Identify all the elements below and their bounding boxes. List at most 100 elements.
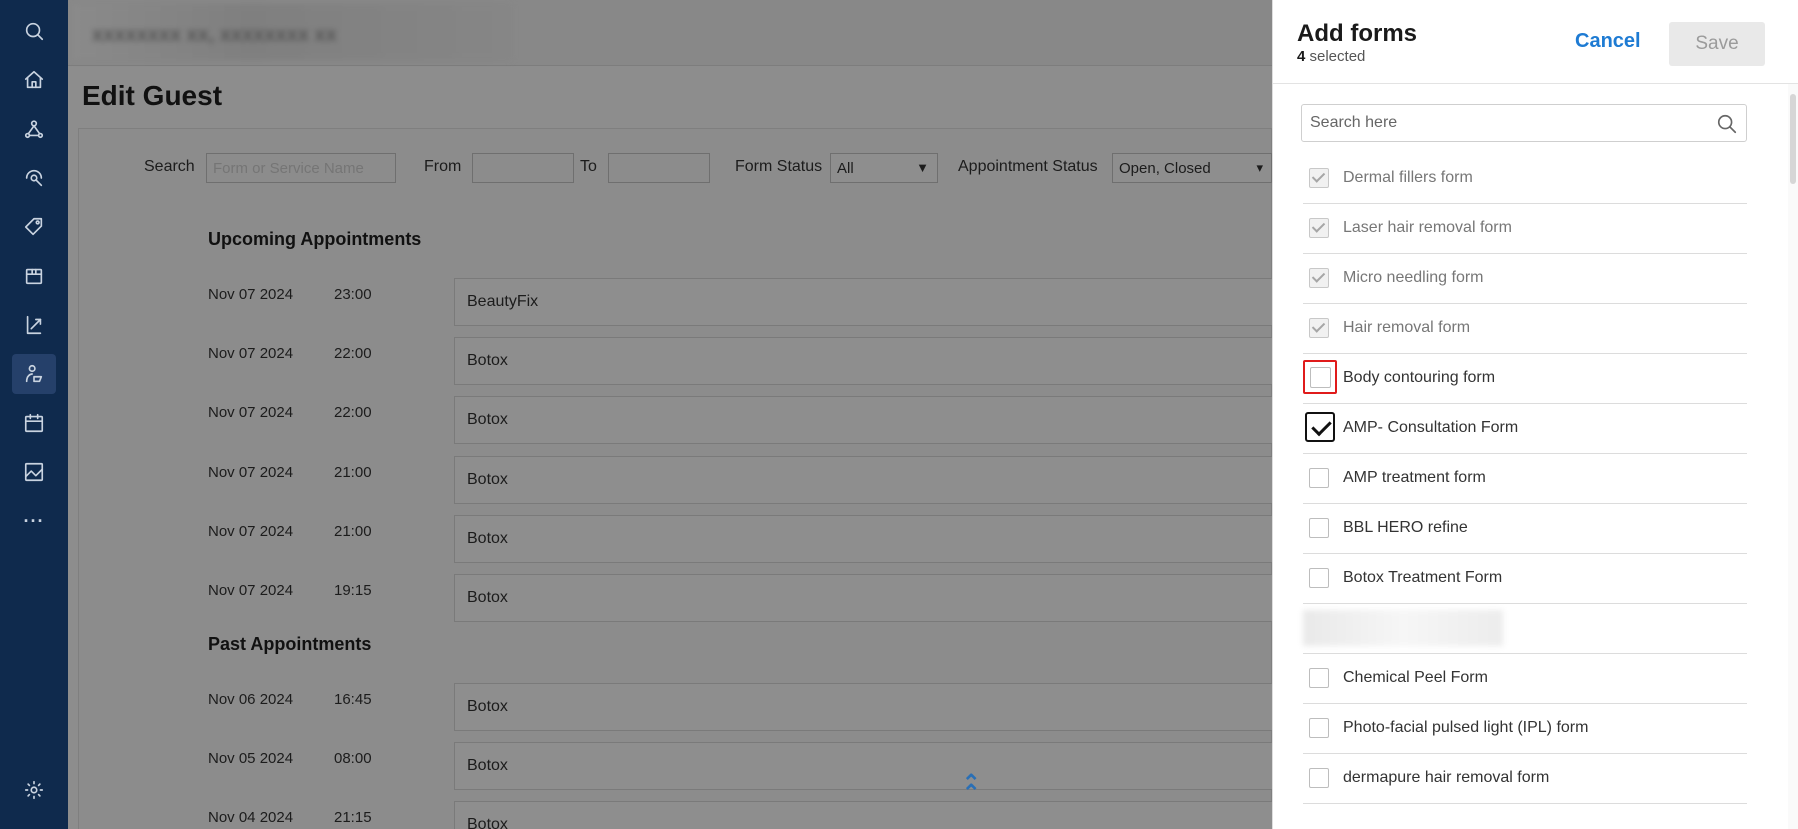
save-button[interactable]: Save bbox=[1669, 22, 1765, 66]
appointment-date: Nov 06 2024 bbox=[208, 691, 294, 708]
appointment-service: Botox bbox=[467, 816, 508, 829]
form-label: Botox Treatment Form bbox=[1343, 569, 1503, 586]
from-label: From bbox=[424, 158, 462, 175]
form-label: AMP treatment form bbox=[1343, 469, 1486, 486]
appointment-status-label: Appointment Status bbox=[958, 158, 1098, 175]
redacted-guest-name: xxxxxxxx xx, xxxxxxxx xx bbox=[72, 4, 512, 60]
form-checkbox[interactable] bbox=[1305, 412, 1335, 442]
form-list-item[interactable]: Photo-facial pulsed light (IPL) form bbox=[1303, 704, 1747, 754]
appointment-time: 16:45 bbox=[334, 691, 372, 708]
appointment-service-box[interactable]: Botox bbox=[454, 801, 1272, 829]
image-icon[interactable] bbox=[18, 456, 50, 488]
appointment-service-box[interactable]: Botox bbox=[454, 455, 1272, 504]
network-icon[interactable] bbox=[18, 113, 50, 145]
appointment-service: Botox bbox=[467, 698, 508, 715]
forms-search-box bbox=[1301, 104, 1747, 142]
appointment-date: Nov 07 2024 bbox=[208, 582, 294, 599]
appointment-service-box[interactable]: Botox bbox=[454, 396, 1272, 445]
cancel-button[interactable]: Cancel bbox=[1575, 30, 1641, 53]
search-icon[interactable] bbox=[1716, 113, 1738, 135]
forms-search-input[interactable] bbox=[1302, 105, 1702, 141]
form-label: AMP- Consultation Form bbox=[1343, 419, 1519, 436]
appointment-time: 21:00 bbox=[334, 522, 372, 540]
panel-title: Add forms bbox=[1297, 20, 1417, 47]
guest-icon[interactable] bbox=[12, 354, 56, 394]
chevron-down-icon: ▼ bbox=[916, 160, 929, 175]
form-list-item[interactable]: AMP treatment form bbox=[1303, 454, 1747, 504]
scroll-to-top-icon[interactable]: ⌃ ⌃ bbox=[962, 772, 980, 804]
form-label: Dermal fillers form bbox=[1343, 169, 1473, 186]
search-filter-label: Search bbox=[144, 158, 195, 175]
scrollbar-thumb[interactable] bbox=[1790, 94, 1796, 184]
form-checkbox bbox=[1309, 218, 1329, 238]
form-checkbox[interactable] bbox=[1303, 360, 1337, 394]
reports-icon[interactable] bbox=[18, 309, 50, 341]
appointment-service-box[interactable]: Botox bbox=[454, 742, 1272, 790]
add-forms-panel: Add forms 4 selected Cancel Save Dermal … bbox=[1272, 0, 1798, 829]
appointment-row: Nov 07 2024 21:00 Botox bbox=[208, 514, 1272, 563]
form-label: dermapure hair removal form bbox=[1343, 769, 1550, 786]
redacted-form-item bbox=[1303, 610, 1503, 646]
appointment-status-select[interactable]: Open, Closed ▾ bbox=[1112, 153, 1272, 183]
calendar-icon[interactable] bbox=[18, 407, 50, 439]
to-label: To bbox=[580, 158, 597, 175]
form-status-label: Form Status bbox=[735, 158, 823, 175]
more-icon[interactable]: ··· bbox=[18, 505, 50, 537]
appointment-service: Botox bbox=[467, 589, 508, 606]
settings-icon[interactable] bbox=[18, 774, 50, 806]
panel-scrollbar[interactable] bbox=[1788, 84, 1798, 829]
form-checkbox[interactable] bbox=[1309, 468, 1329, 488]
form-checkbox[interactable] bbox=[1309, 768, 1329, 788]
appointment-service: Botox bbox=[467, 411, 508, 429]
appointment-service-box[interactable]: Botox bbox=[454, 514, 1272, 563]
from-date-input[interactable] bbox=[472, 153, 574, 183]
appointment-service-box[interactable]: Botox bbox=[454, 574, 1272, 622]
tag-icon[interactable] bbox=[18, 211, 50, 243]
form-list-item[interactable]: AMP- Consultation Form bbox=[1303, 404, 1747, 454]
appointment-service-box[interactable]: Botox bbox=[454, 337, 1272, 386]
blurred-title-text: xxxxxxxx xx, xxxxxxxx xx bbox=[92, 24, 337, 46]
form-checkbox[interactable] bbox=[1309, 518, 1329, 538]
form-list-item[interactable]: dermapure hair removal form bbox=[1303, 754, 1747, 804]
form-list-item[interactable]: Chemical Peel Form bbox=[1303, 654, 1747, 704]
appointment-date: Nov 07 2024 bbox=[208, 286, 294, 303]
form-checkbox bbox=[1309, 268, 1329, 288]
appointment-row: Nov 07 2024 19:15 Botox bbox=[208, 574, 1272, 622]
panel-header: Add forms 4 selected Cancel Save bbox=[1273, 0, 1798, 84]
search-icon[interactable] bbox=[18, 15, 50, 47]
form-checkbox[interactable] bbox=[1309, 668, 1329, 688]
appointment-time: 23:00 bbox=[334, 286, 372, 303]
appointment-service: Botox bbox=[467, 470, 508, 488]
appointment-service-box[interactable]: Botox bbox=[454, 683, 1272, 731]
form-list-item: Dermal fillers form bbox=[1303, 154, 1747, 204]
form-label: Laser hair removal form bbox=[1343, 219, 1512, 236]
chevron-down-icon: ▾ bbox=[1256, 160, 1263, 175]
home-icon[interactable] bbox=[18, 64, 50, 96]
appointment-time: 22:00 bbox=[334, 404, 372, 422]
marketing-icon[interactable] bbox=[18, 162, 50, 194]
appointment-time: 21:15 bbox=[334, 809, 372, 826]
form-checkbox[interactable] bbox=[1309, 568, 1329, 588]
inventory-icon[interactable] bbox=[18, 260, 50, 292]
to-date-input[interactable] bbox=[608, 153, 710, 183]
appointment-status-value: Open, Closed bbox=[1119, 160, 1211, 177]
form-status-select[interactable]: All ▼ bbox=[830, 153, 938, 183]
appointment-service: Botox bbox=[467, 757, 508, 774]
selected-count-text: 4 selected bbox=[1297, 48, 1365, 65]
form-label: BBL HERO refine bbox=[1343, 519, 1468, 536]
form-list-item[interactable]: BBL HERO refine bbox=[1303, 504, 1747, 554]
form-list-item[interactable]: Botox Treatment Form bbox=[1303, 554, 1747, 604]
form-list-item[interactable] bbox=[1303, 604, 1747, 654]
service-search-input[interactable] bbox=[206, 153, 396, 183]
appointment-row: Nov 04 2024 21:15 Botox bbox=[208, 801, 1272, 829]
appointment-date: Nov 07 2024 bbox=[208, 522, 294, 540]
form-label: Body contouring form bbox=[1343, 369, 1496, 386]
form-checkbox[interactable] bbox=[1309, 718, 1329, 738]
top-bar: xxxxxxxx xx, xxxxxxxx xx bbox=[68, 0, 1272, 66]
form-checkbox bbox=[1309, 168, 1329, 188]
upcoming-appointments-title: Upcoming Appointments bbox=[208, 229, 422, 249]
form-list-item[interactable]: Body contouring form bbox=[1303, 354, 1747, 404]
appointment-service-box[interactable]: BeautyFix bbox=[454, 278, 1272, 326]
appointment-date: Nov 04 2024 bbox=[208, 809, 294, 826]
form-label: Micro needling form bbox=[1343, 269, 1484, 286]
